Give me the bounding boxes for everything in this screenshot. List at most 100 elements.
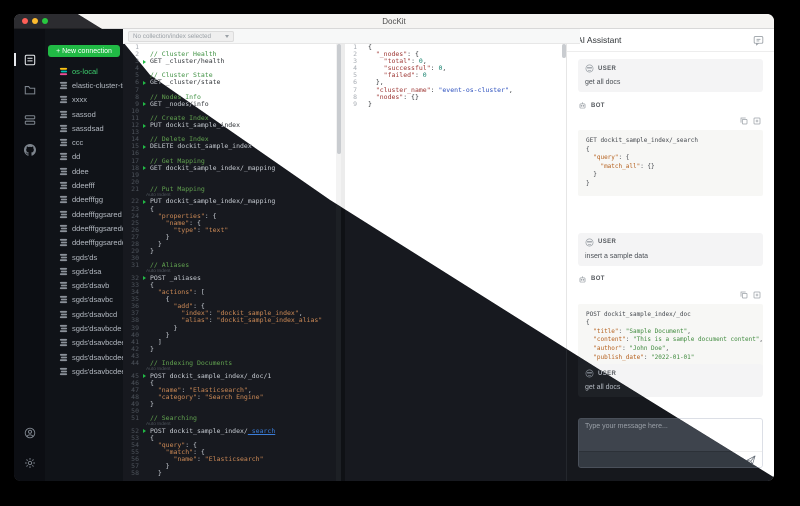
connection-item[interactable]: sgds'dsavbc <box>45 293 123 307</box>
connection-name: ddeefffggsareddsgd <box>72 223 123 233</box>
connection-item[interactable]: dd <box>45 150 123 164</box>
run-query-arrow[interactable] <box>143 198 150 205</box>
connection-item[interactable]: ddeefffggsareddsgd <box>45 221 123 235</box>
connection-name: ddeefffgg <box>72 195 104 205</box>
connection-list: os-local elastic-cluster-tit xxxx sassod sas… <box>45 64 123 379</box>
code-line: "match_all": {} <box>586 163 755 172</box>
run-query-arrow[interactable] <box>143 58 150 65</box>
line-number: 5 <box>135 71 139 80</box>
files-icon[interactable] <box>23 83 36 96</box>
connection-item[interactable]: sassdsad <box>45 121 123 135</box>
connection-item[interactable]: ddeefffggsared <box>45 207 123 221</box>
code-text: } <box>150 247 154 256</box>
user-message-text: get all docs <box>585 79 621 86</box>
collection-select[interactable]: No collection/index selected <box>128 30 234 42</box>
code-line: "publish_date": "2022-01-01" <box>586 354 755 363</box>
connection-item[interactable]: elastic-cluster-tit <box>45 78 123 92</box>
connection-item[interactable]: sgds'dsavbcd <box>45 307 123 321</box>
code-text: // Put Mapping <box>150 184 205 193</box>
code-text: POST dockit_sample_index/_search <box>150 426 276 435</box>
bot-avatar-icon <box>579 275 586 282</box>
connection-item[interactable]: ddeefffggsareddsgda... <box>45 236 123 250</box>
chat-messages: USER get all docs BOT GET dock <box>567 52 774 412</box>
code-text: } <box>368 99 372 108</box>
line-number: 4 <box>135 64 139 73</box>
run-query-arrow[interactable] <box>143 79 150 86</box>
bot-code-block: GET dockit_sample_index/_search{ "query"… <box>578 130 763 196</box>
connection-item[interactable]: ddee <box>45 164 123 178</box>
connection-item[interactable]: sgds'dsavbcdeefg <box>45 364 123 378</box>
connection-item[interactable]: sgds'ds <box>45 250 123 264</box>
run-query-arrow[interactable] <box>143 101 150 108</box>
account-icon[interactable] <box>23 426 36 439</box>
connection-item[interactable]: sgds'dsavbcdeef <box>45 350 123 364</box>
backups-icon[interactable] <box>23 113 36 126</box>
code-text: GET dockit_sample_index/_search <box>586 137 698 144</box>
connection-name: ddeefff <box>72 181 95 191</box>
connection-name: sgds'dsavbcdeefg <box>72 366 123 376</box>
connection-name: xxxx <box>72 95 87 105</box>
user-message: USER insert a sample data <box>578 232 763 266</box>
connection-name: ddee <box>72 166 89 176</box>
connection-name: sgds'dsavb <box>72 281 110 291</box>
connection-name: dd <box>72 152 81 162</box>
insert-code-icon[interactable] <box>753 117 761 125</box>
user-message: USER get all docs <box>578 59 763 92</box>
code-line: } <box>586 171 755 180</box>
connection-item[interactable]: os-local <box>45 64 123 78</box>
code-line: 8 "nodes": {} <box>345 93 566 101</box>
connection-name: sgds'dsa <box>72 266 102 276</box>
connection-item[interactable]: sgds'dsavb <box>45 278 123 292</box>
run-query-arrow[interactable] <box>143 428 150 435</box>
insert-code-icon[interactable] <box>753 291 761 299</box>
code-line: 21 // Put Mapping <box>123 184 341 193</box>
line-number: 8 <box>135 92 139 101</box>
code-line: 32POST _aliases <box>123 273 341 282</box>
run-query-arrow[interactable] <box>143 275 150 282</box>
run-query-arrow[interactable] <box>143 122 150 129</box>
connection-item[interactable]: sgds'dsavbcdee <box>45 336 123 350</box>
code-text: POST _aliases <box>150 273 201 282</box>
bot-avatar-icon <box>579 102 586 109</box>
github-icon[interactable] <box>23 143 36 156</box>
code-text: POST dockit_sample_index/_doc/1 <box>150 371 272 380</box>
code-text: GET dockit_sample_index/_mapping <box>150 163 276 172</box>
results-json: 1{2 "_nodes": {3 "total": 0,4 "successfu… <box>345 43 566 108</box>
bot-label: BOT <box>591 276 605 283</box>
copy-icon[interactable] <box>740 117 748 125</box>
run-query-arrow[interactable] <box>143 165 150 172</box>
editor-toolbar: No collection/index selected <box>123 29 580 44</box>
connection-item[interactable]: ddeefffgg <box>45 193 123 207</box>
connection-item[interactable]: sgds'dsa <box>45 264 123 278</box>
code-line: 48 "category": "Search Engine" <box>123 392 341 401</box>
feedback-icon[interactable] <box>753 35 764 46</box>
connection-name: ddeefffggsareddsgda... <box>72 238 123 248</box>
connection-item[interactable]: xxxx <box>45 93 123 107</box>
connection-item[interactable]: sgds'dsavbcde <box>45 321 123 335</box>
line-number: 51 <box>131 414 139 423</box>
code-text: "category": "Search Engine" <box>157 392 264 401</box>
code-line: 41 ] <box>123 338 341 346</box>
connection-name: elastic-cluster-tit <box>72 80 123 90</box>
run-query-arrow[interactable] <box>143 143 150 150</box>
code-line: { <box>586 146 755 155</box>
code-line: POST dockit_sample_index/_doc <box>586 311 755 320</box>
code-text: POST dockit_sample_index/_doc <box>586 310 691 318</box>
settings-icon[interactable] <box>23 456 36 469</box>
connection-name: sgds'ds <box>72 252 98 262</box>
window-title: DocKit <box>382 16 406 26</box>
code-line: 22PUT dockit_sample_index/_mapping <box>123 198 341 205</box>
user-label: USER <box>598 65 617 72</box>
code-text: { <box>586 145 590 153</box>
run-query-arrow[interactable] <box>143 373 150 380</box>
code-line: "content": "This is a sample document co… <box>586 336 763 345</box>
connections-icon[interactable] <box>14 53 36 66</box>
activity-bar <box>14 29 45 481</box>
code-line: 58 } <box>123 470 341 477</box>
connection-item[interactable]: ccc <box>45 135 123 149</box>
connection-item[interactable]: sassod <box>45 107 123 121</box>
connection-item[interactable]: ddeefff <box>45 178 123 192</box>
code-line: 49} <box>123 400 341 408</box>
new-connection-button[interactable]: + New connection <box>48 45 120 57</box>
copy-icon[interactable] <box>740 291 748 299</box>
